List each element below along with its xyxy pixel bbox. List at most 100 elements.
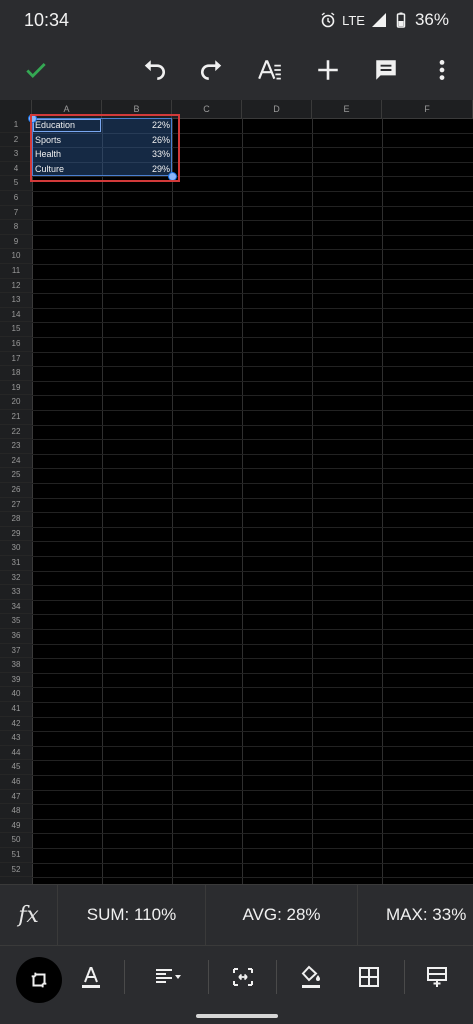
undo-icon: [144, 60, 166, 80]
text-color-icon: [82, 967, 100, 988]
network-type: LTE: [342, 12, 365, 28]
more-vert-icon: [439, 60, 445, 80]
home-gesture-pill[interactable]: [196, 1014, 278, 1018]
add-icon: [318, 60, 338, 80]
row-header[interactable]: 37: [0, 644, 32, 659]
merge-cells-button[interactable]: [226, 960, 260, 994]
highlight-outline: [30, 114, 180, 182]
align-icon: [156, 969, 181, 983]
borders-button[interactable]: [352, 960, 386, 994]
row-header[interactable]: 5: [0, 176, 32, 191]
row-header[interactable]: 46: [0, 775, 32, 790]
borders-icon: [359, 967, 379, 987]
battery-level: 36%: [414, 10, 449, 29]
row-header[interactable]: 50: [0, 833, 32, 848]
horizontal-align-button[interactable]: [148, 960, 188, 994]
row-header[interactable]: 16: [0, 337, 32, 352]
row-header[interactable]: 41: [0, 702, 32, 717]
status-indicators: LTE 36%: [320, 10, 449, 30]
row-header[interactable]: 18: [0, 366, 32, 381]
row-header[interactable]: 25: [0, 468, 32, 483]
select-range-button[interactable]: [16, 957, 62, 1003]
row-header[interactable]: 10: [0, 249, 32, 264]
sum-stat[interactable]: SUM: 110%: [58, 885, 206, 945]
column-header-c[interactable]: C: [172, 100, 242, 118]
battery-icon: [396, 12, 406, 28]
row-header[interactable]: 45: [0, 760, 32, 775]
row-header[interactable]: 4: [0, 162, 32, 177]
row-header[interactable]: 19: [0, 381, 32, 396]
row-header[interactable]: 31: [0, 556, 32, 571]
format-toolbar: [0, 946, 473, 1008]
text-format-icon: [258, 60, 281, 80]
status-bar: 10:34 LTE 36%: [0, 0, 473, 40]
text-color-button[interactable]: [74, 960, 108, 994]
row-header[interactable]: 1: [0, 118, 32, 133]
row-header[interactable]: 23: [0, 439, 32, 454]
redo-button[interactable]: [194, 52, 230, 88]
row-header[interactable]: 32: [0, 571, 32, 586]
comment-button[interactable]: [368, 52, 404, 88]
undo-button[interactable]: [136, 52, 172, 88]
row-header[interactable]: 29: [0, 527, 32, 542]
row-header[interactable]: 20: [0, 395, 32, 410]
row-header[interactable]: 6: [0, 191, 32, 206]
row-header[interactable]: 36: [0, 629, 32, 644]
row-header[interactable]: 27: [0, 498, 32, 513]
row-header[interactable]: 17: [0, 352, 32, 367]
row-header[interactable]: 52: [0, 863, 32, 878]
cell-area[interactable]: [32, 118, 473, 884]
row-header[interactable]: 15: [0, 322, 32, 337]
insert-button[interactable]: [310, 52, 346, 88]
row-header[interactable]: 7: [0, 206, 32, 221]
row-header[interactable]: 14: [0, 308, 32, 323]
row-header[interactable]: 39: [0, 673, 32, 688]
row-header[interactable]: 26: [0, 483, 32, 498]
row-header[interactable]: 12: [0, 279, 32, 294]
column-header-f[interactable]: F: [382, 100, 473, 118]
row-header[interactable]: 47: [0, 790, 32, 805]
done-button[interactable]: [18, 52, 54, 88]
row-header[interactable]: 49: [0, 819, 32, 834]
select-range-icon: [31, 972, 47, 988]
row-header[interactable]: 22: [0, 425, 32, 440]
row-header[interactable]: 21: [0, 410, 32, 425]
status-time: 10:34: [24, 9, 70, 30]
alarm-icon: [321, 12, 335, 28]
row-header[interactable]: 42: [0, 717, 32, 732]
row-header[interactable]: 8: [0, 220, 32, 235]
row-header[interactable]: 9: [0, 235, 32, 250]
stats-bar: fx SUM: 110% AVG: 28% MAX: 33%: [0, 884, 473, 946]
navigation-bar: [0, 1008, 473, 1024]
row-header[interactable]: 33: [0, 585, 32, 600]
row-header[interactable]: 48: [0, 804, 32, 819]
max-stat[interactable]: MAX: 33%: [358, 885, 473, 945]
row-header[interactable]: 35: [0, 614, 32, 629]
comment-icon: [376, 60, 396, 80]
row-header[interactable]: 30: [0, 541, 32, 556]
row-header[interactable]: 44: [0, 746, 32, 761]
fill-color-button[interactable]: [294, 960, 328, 994]
row-header[interactable]: 28: [0, 512, 32, 527]
avg-stat[interactable]: AVG: 28%: [206, 885, 358, 945]
row-header[interactable]: 24: [0, 454, 32, 469]
row-header[interactable]: 38: [0, 658, 32, 673]
row-header[interactable]: 13: [0, 293, 32, 308]
spreadsheet-grid[interactable]: A B C D E F 1 2 3 4 5 6 7 8 9 10 11 12 13 14 15 16 17 18 1…: [0, 100, 473, 884]
row-header-column: 1 2 3 4 5 6 7 8 9 10 11 12 13 14 15 16 17 18 19 20 21 22 23 24 2…: [0, 118, 33, 884]
text-format-button[interactable]: [252, 52, 288, 88]
redo-icon: [200, 60, 222, 80]
more-options-button[interactable]: [424, 52, 460, 88]
row-header[interactable]: 34: [0, 600, 32, 615]
corner-cell[interactable]: [0, 100, 32, 118]
column-header-d[interactable]: D: [242, 100, 312, 118]
row-header[interactable]: 11: [0, 264, 32, 279]
row-header[interactable]: 3: [0, 147, 32, 162]
row-header[interactable]: 43: [0, 731, 32, 746]
row-header[interactable]: 40: [0, 687, 32, 702]
row-header[interactable]: 2: [0, 133, 32, 148]
column-header-e[interactable]: E: [312, 100, 382, 118]
row-header[interactable]: 51: [0, 848, 32, 863]
formula-icon[interactable]: fx: [0, 885, 58, 945]
insert-row-button[interactable]: [420, 960, 454, 994]
